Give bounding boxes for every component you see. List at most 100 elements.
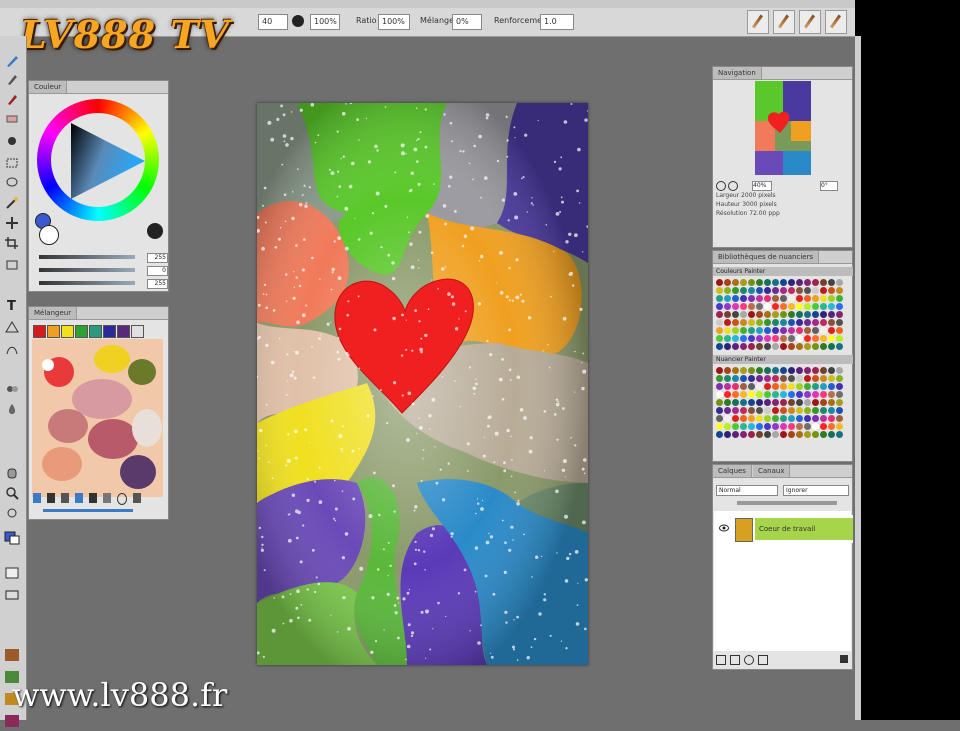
palette-swatch[interactable] (780, 311, 787, 318)
palette-swatch[interactable] (812, 279, 819, 286)
palette-swatch[interactable] (724, 383, 731, 390)
palette-swatch[interactable] (812, 335, 819, 342)
palette-swatch[interactable] (820, 431, 827, 438)
visibility-eye-icon[interactable] (719, 523, 729, 533)
blend-field[interactable]: 0% (452, 14, 482, 30)
palette-swatch[interactable] (772, 287, 779, 294)
palette-swatch[interactable] (764, 303, 771, 310)
palette-swatch[interactable] (772, 407, 779, 414)
palette-swatch[interactable] (772, 399, 779, 406)
palette-swatch[interactable] (812, 311, 819, 318)
mixer-size-slider[interactable] (43, 509, 133, 512)
palette-swatch[interactable] (724, 391, 731, 398)
palette-swatch[interactable] (788, 319, 795, 326)
palette-swatch[interactable] (796, 367, 803, 374)
brush-preset-2-icon[interactable] (773, 10, 795, 34)
mixer-dropper-icon[interactable] (61, 493, 69, 503)
zoom-tool-icon[interactable] (4, 486, 20, 500)
text-tool-icon[interactable]: T (4, 298, 20, 314)
palette-swatch[interactable] (748, 415, 755, 422)
palette-swatch[interactable] (716, 415, 723, 422)
palette-swatch[interactable] (780, 319, 787, 326)
palette-swatch[interactable] (796, 375, 803, 382)
palette-swatch[interactable] (772, 327, 779, 334)
palette-swatch[interactable] (732, 335, 739, 342)
palette-swatch[interactable] (724, 335, 731, 342)
palette-swatch[interactable] (724, 303, 731, 310)
palette-swatch[interactable] (796, 335, 803, 342)
palette-swatch[interactable] (716, 383, 723, 390)
palette-swatch[interactable] (764, 311, 771, 318)
mixer-hand-icon[interactable] (103, 493, 111, 503)
palette-swatch[interactable] (732, 367, 739, 374)
palette-swatch[interactable] (828, 383, 835, 390)
palette-swatch[interactable] (812, 287, 819, 294)
lasso-icon[interactable] (4, 176, 20, 190)
palette-swatch[interactable] (780, 423, 787, 430)
palette-swatch[interactable] (828, 391, 835, 398)
pencil-tool-icon[interactable] (4, 92, 20, 106)
nav-zoom-in-icon[interactable] (728, 181, 738, 191)
palette-swatch[interactable] (828, 311, 835, 318)
palette-swatch[interactable] (772, 383, 779, 390)
palette-swatch[interactable] (748, 319, 755, 326)
palette-swatch[interactable] (732, 407, 739, 414)
palette-swatch[interactable] (732, 311, 739, 318)
palette-swatch[interactable] (804, 383, 811, 390)
palette-swatch[interactable] (828, 287, 835, 294)
layer-group-icon[interactable] (730, 655, 740, 665)
palette-swatch[interactable] (812, 319, 819, 326)
palette-swatch[interactable] (724, 279, 731, 286)
palette-swatch[interactable] (764, 287, 771, 294)
palette-swatch[interactable] (788, 407, 795, 414)
palette-swatch[interactable] (780, 415, 787, 422)
palette-swatch[interactable] (828, 319, 835, 326)
palette-swatch[interactable] (836, 295, 843, 302)
palette-swatch[interactable] (732, 415, 739, 422)
palette-swatch[interactable] (788, 303, 795, 310)
crop-tool-icon[interactable] (4, 236, 20, 250)
palette-swatch[interactable] (764, 399, 771, 406)
palette-swatch[interactable] (796, 303, 803, 310)
palette-swatch[interactable] (804, 391, 811, 398)
palette-swatch[interactable] (812, 327, 819, 334)
palette-swatch[interactable] (732, 391, 739, 398)
layer-row[interactable]: Coeur de travail (715, 515, 853, 543)
palette-swatch[interactable] (780, 303, 787, 310)
channels-tab[interactable]: Canaux (753, 465, 791, 477)
palette-swatch[interactable] (756, 415, 763, 422)
palette-swatch[interactable] (804, 303, 811, 310)
palette-swatch[interactable] (716, 279, 723, 286)
palette-swatch[interactable] (740, 367, 747, 374)
palette-swatch[interactable] (812, 303, 819, 310)
palette-swatch[interactable] (732, 279, 739, 286)
palette-swatch[interactable] (724, 399, 731, 406)
mixer-panel-tab[interactable]: Mélangeur (29, 307, 78, 319)
palette-swatch[interactable] (748, 399, 755, 406)
palette-swatch[interactable] (828, 279, 835, 286)
palette-swatch[interactable] (812, 295, 819, 302)
palette-swatch[interactable] (796, 399, 803, 406)
palette-swatch[interactable] (756, 311, 763, 318)
palette-swatch[interactable] (796, 319, 803, 326)
palette-swatch[interactable] (820, 303, 827, 310)
palette-swatch[interactable] (716, 295, 723, 302)
navigator-panel-tab[interactable]: Navigation (713, 67, 762, 79)
palette-swatch[interactable] (756, 391, 763, 398)
palette-swatch[interactable] (772, 343, 779, 350)
palette-swatch[interactable] (804, 415, 811, 422)
palette-swatch[interactable] (836, 383, 843, 390)
palette-swatch[interactable] (788, 391, 795, 398)
palette-swatch[interactable] (804, 423, 811, 430)
palette-swatch[interactable] (812, 375, 819, 382)
palette-swatch[interactable] (716, 343, 723, 350)
brush-size-field[interactable]: 40 (258, 14, 288, 30)
palette-swatch[interactable] (828, 335, 835, 342)
palette-swatch[interactable] (828, 303, 835, 310)
palette-swatch[interactable] (820, 423, 827, 430)
palette-swatch[interactable] (796, 383, 803, 390)
palette-swatch[interactable] (836, 423, 843, 430)
layer-new-icon[interactable] (716, 655, 726, 665)
palette-swatch[interactable] (740, 407, 747, 414)
mixer-knife-icon[interactable] (47, 493, 55, 503)
